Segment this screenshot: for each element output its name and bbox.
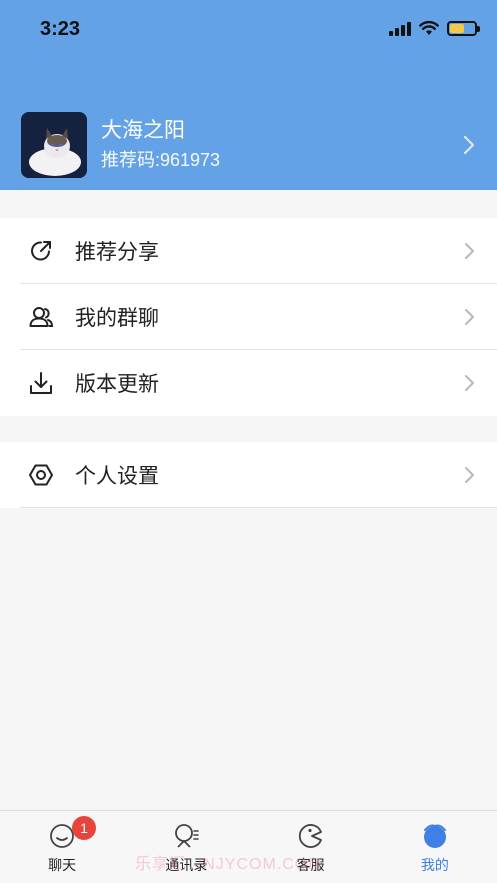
group-chat-icon (29, 307, 54, 327)
profile-card[interactable]: 大海之阳 推荐码:961973 (21, 112, 481, 178)
chevron-right-icon (465, 243, 474, 259)
menu-item-label: 我的群聊 (75, 307, 159, 330)
tab-label: 聊天 (48, 857, 77, 873)
chevron-right-icon (465, 467, 474, 483)
watermark-text: 乐享汇 · NJYCOM.COM (135, 856, 323, 873)
menu-item-label: 版本更新 (75, 373, 159, 396)
chevron-right-icon[interactable] (457, 133, 481, 157)
menu-item-group-chat[interactable]: 我的群聊 (0, 284, 497, 350)
chevron-right-icon (465, 375, 474, 391)
avatar[interactable] (21, 112, 87, 178)
user-nickname: 大海之阳 (101, 119, 185, 142)
settings-icon (29, 464, 53, 486)
cellular-signal-icon (389, 21, 411, 36)
cat-avatar-image (21, 112, 87, 178)
contacts-icon (175, 824, 200, 848)
status-bar: 3:23 (0, 0, 497, 60)
tab-chat[interactable]: 1 聊天 (0, 811, 124, 883)
profile-header: 3:23 大海之阳 推荐码:961973 (0, 0, 497, 190)
tab-label: 我的 (420, 857, 449, 873)
menu-item-share[interactable]: 推荐分享 (0, 218, 497, 284)
menu-group-main: 推荐分享 我的群聊 版本更新 (0, 218, 497, 416)
battery-icon (447, 21, 480, 36)
profile-icon (423, 824, 446, 848)
menu-item-personal-settings[interactable]: 个人设置 (0, 442, 497, 508)
status-time: 3:23 (40, 18, 81, 40)
wifi-icon (419, 21, 439, 35)
menu-group-settings: 个人设置 (0, 442, 497, 508)
menu-item-label: 推荐分享 (75, 241, 159, 264)
menu-item-label: 个人设置 (75, 465, 159, 488)
status-icons (389, 21, 480, 36)
download-icon (30, 372, 52, 394)
unread-badge: 1 (72, 816, 96, 840)
customer-service-icon (298, 824, 322, 848)
share-icon (31, 241, 51, 261)
tab-mine[interactable]: 我的 (373, 811, 497, 883)
menu-item-version-update[interactable]: 版本更新 (0, 350, 497, 416)
chevron-right-icon (465, 309, 474, 325)
referral-code: 推荐码:961973 (101, 150, 221, 170)
